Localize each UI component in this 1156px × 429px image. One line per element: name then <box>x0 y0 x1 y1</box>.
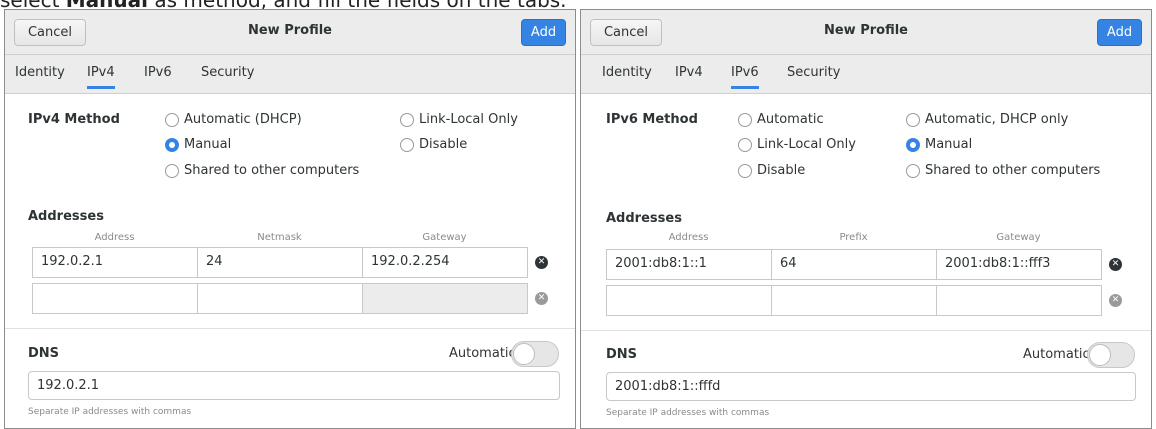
tab-security[interactable]: Security <box>787 65 840 89</box>
column-prefix: Prefix <box>839 232 868 243</box>
column-netmask: Netmask <box>257 232 302 243</box>
radio-label: Manual <box>925 137 973 152</box>
column-address: Address <box>94 232 135 243</box>
tab-ipv6[interactable]: IPv6 <box>731 65 759 89</box>
radio-link-local-only[interactable]: Link-Local Only <box>738 137 856 152</box>
radio-indicator <box>738 163 752 178</box>
addresses-label: Addresses <box>28 209 104 224</box>
radio-indicator <box>400 112 414 127</box>
radio-automatic[interactable]: Automatic <box>738 112 824 127</box>
dns-hint: Separate IP addresses with commas <box>606 408 770 418</box>
address-field[interactable]: 2001:db8:1::1 <box>606 249 772 280</box>
add-button[interactable]: Add <box>521 19 566 46</box>
dns-label: DNS <box>606 347 638 362</box>
dialog-header: Cancel New Profile Add <box>5 10 575 55</box>
tab-identity[interactable]: Identity <box>602 65 652 89</box>
dns-automatic-label: Automatic <box>1023 347 1090 362</box>
add-button[interactable]: Add <box>1097 19 1142 46</box>
radio-label: Link-Local Only <box>419 112 518 127</box>
tab-ipv4[interactable]: IPv4 <box>675 65 703 89</box>
radio-manual[interactable]: Manual <box>165 137 231 152</box>
radio-disable[interactable]: Disable <box>400 137 467 152</box>
dns-input[interactable]: 192.0.2.1 <box>28 371 560 400</box>
ipv4-method-label: IPv4 Method <box>28 112 120 127</box>
radio-label: Automatic, DHCP only <box>925 112 1069 127</box>
radio-indicator-selected <box>165 137 179 152</box>
tab-security[interactable]: Security <box>201 65 254 89</box>
delete-row-icon[interactable]: ✕ <box>535 256 548 269</box>
tab-ipv4[interactable]: IPv4 <box>87 65 115 89</box>
netmask-field-empty[interactable] <box>197 283 363 314</box>
netmask-field[interactable]: 24 <box>197 247 363 278</box>
switch-knob <box>513 343 535 365</box>
radio-label: Automatic (DHCP) <box>184 112 302 127</box>
radio-shared[interactable]: Shared to other computers <box>165 163 359 178</box>
radio-label: Shared to other computers <box>925 163 1101 178</box>
delete-row-icon[interactable]: ✕ <box>535 292 548 305</box>
column-address: Address <box>668 232 709 243</box>
dns-input[interactable]: 2001:db8:1::fffd <box>606 372 1136 401</box>
radio-disable[interactable]: Disable <box>738 163 805 178</box>
radio-indicator-selected <box>906 137 920 152</box>
radio-label: Link-Local Only <box>757 137 856 152</box>
radio-shared[interactable]: Shared to other computers <box>906 163 1100 178</box>
delete-row-icon[interactable]: ✕ <box>1109 294 1122 307</box>
radio-indicator <box>165 163 179 178</box>
radio-manual[interactable]: Manual <box>906 137 972 152</box>
tab-bar: Identity IPv4 IPv6 Security <box>581 55 1151 94</box>
column-gateway: Gateway <box>996 232 1041 243</box>
address-field-empty[interactable] <box>32 283 198 314</box>
radio-label: Automatic <box>757 112 824 127</box>
tab-identity[interactable]: Identity <box>15 65 65 89</box>
switch-knob <box>1089 344 1111 366</box>
radio-indicator <box>738 112 752 127</box>
column-gateway: Gateway <box>422 232 467 243</box>
radio-indicator <box>906 112 920 127</box>
gateway-field-empty[interactable] <box>362 283 528 314</box>
dns-label: DNS <box>28 346 60 361</box>
radio-label: Disable <box>419 137 468 152</box>
address-field-empty[interactable] <box>606 285 772 316</box>
radio-indicator <box>165 112 179 127</box>
tab-bar: Identity IPv4 IPv6 Security <box>5 55 575 94</box>
radio-indicator <box>738 137 752 152</box>
radio-automatic-dhcp-only[interactable]: Automatic, DHCP only <box>906 112 1068 127</box>
gateway-field[interactable]: 192.0.2.254 <box>362 247 528 278</box>
delete-row-icon[interactable]: ✕ <box>1109 258 1122 271</box>
radio-indicator <box>906 163 920 178</box>
dialog-title: New Profile <box>247 23 332 38</box>
radio-indicator <box>400 137 414 152</box>
radio-label: Disable <box>757 163 806 178</box>
radio-label: Manual <box>184 137 232 152</box>
addresses-label: Addresses <box>606 211 682 226</box>
address-field[interactable]: 192.0.2.1 <box>32 247 198 278</box>
tab-ipv6[interactable]: IPv6 <box>144 65 172 89</box>
dns-automatic-switch[interactable] <box>1087 342 1135 368</box>
dns-automatic-switch[interactable] <box>511 341 559 367</box>
prefix-field-empty[interactable] <box>771 285 937 316</box>
dialog-header: Cancel New Profile Add <box>581 10 1151 55</box>
ipv6-profile-dialog: Cancel New Profile Add Identity IPv4 IPv… <box>580 9 1152 429</box>
gateway-field[interactable]: 2001:db8:1::fff3 <box>936 249 1102 280</box>
gateway-field-empty[interactable] <box>936 285 1102 316</box>
radio-automatic-dhcp[interactable]: Automatic (DHCP) <box>165 112 302 127</box>
divider <box>581 330 1151 331</box>
radio-link-local-only[interactable]: Link-Local Only <box>400 112 518 127</box>
divider <box>5 328 575 329</box>
ipv4-profile-dialog: Cancel New Profile Add Identity IPv4 IPv… <box>4 9 576 429</box>
radio-label: Shared to other computers <box>184 163 360 178</box>
dialog-title: New Profile <box>823 23 908 38</box>
dns-hint: Separate IP addresses with commas <box>28 407 192 417</box>
dns-automatic-label: Automatic <box>449 346 516 361</box>
prefix-field[interactable]: 64 <box>771 249 937 280</box>
ipv6-method-label: IPv6 Method <box>606 112 698 127</box>
